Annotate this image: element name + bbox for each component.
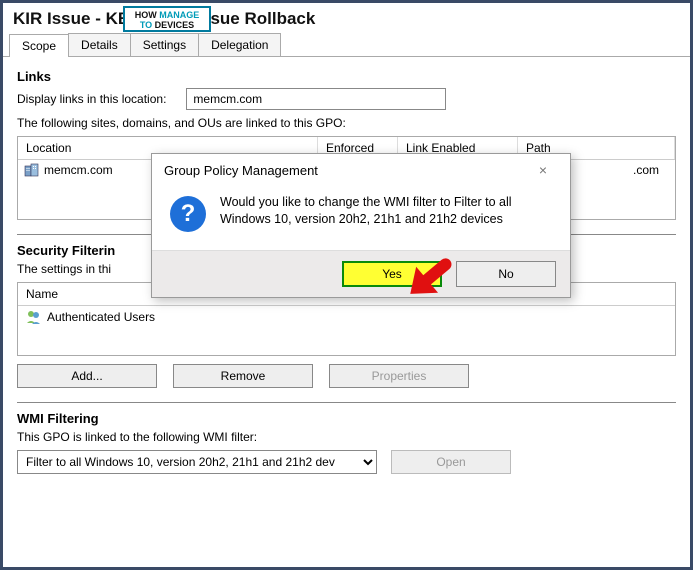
tab-delegation[interactable]: Delegation [198, 33, 281, 56]
row-location: memcm.com [44, 163, 113, 177]
add-button[interactable]: Add... [17, 364, 157, 388]
watermark-logo: HOW MANAGE TO DEVICES [123, 6, 211, 32]
tabs: Scope Details Settings Delegation [3, 33, 690, 57]
list-item[interactable]: Authenticated Users [18, 306, 675, 328]
wmi-filter-select[interactable]: Filter to all Windows 10, version 20h2, … [17, 450, 377, 474]
title-suffix: Issue Rollback [196, 9, 315, 28]
title-prefix: KIR Issue - KB [13, 9, 130, 28]
no-button[interactable]: No [456, 261, 556, 287]
tab-scope[interactable]: Scope [9, 34, 69, 57]
auth-users-text: Authenticated Users [47, 310, 155, 324]
domain-icon [24, 163, 40, 177]
remove-button[interactable]: Remove [173, 364, 313, 388]
window-title: KIR Issue - KB Issue Rollback [3, 3, 690, 33]
location-input[interactable] [186, 88, 446, 110]
tab-details[interactable]: Details [68, 33, 131, 56]
dialog-message: Would you like to change the WMI filter … [220, 194, 556, 232]
close-icon[interactable]: × [526, 162, 560, 178]
open-button: Open [391, 450, 511, 474]
row-path-suffix: .com [633, 163, 669, 177]
tab-settings[interactable]: Settings [130, 33, 199, 56]
properties-button: Properties [329, 364, 469, 388]
yes-button[interactable]: Yes [342, 261, 442, 287]
wmi-intro: This GPO is linked to the following WMI … [17, 430, 676, 444]
links-intro: The following sites, domains, and OUs ar… [17, 116, 676, 130]
display-links-label: Display links in this location: [17, 92, 166, 106]
question-icon: ? [170, 196, 206, 232]
users-icon [26, 309, 42, 325]
confirm-dialog: Group Policy Management × ? Would you li… [151, 153, 571, 298]
links-heading: Links [17, 69, 676, 84]
separator [17, 402, 676, 403]
dialog-title: Group Policy Management [164, 163, 318, 178]
wmi-heading: WMI Filtering [17, 411, 676, 426]
